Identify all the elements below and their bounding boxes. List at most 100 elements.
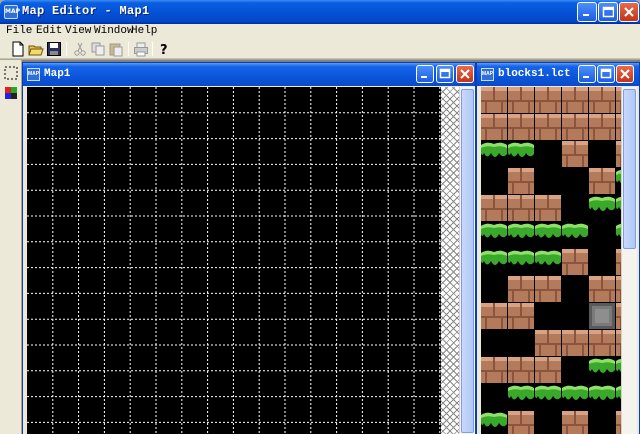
tile-black[interactable] <box>481 384 507 410</box>
tile-grass[interactable] <box>535 384 561 410</box>
tile-grass[interactable] <box>589 195 615 221</box>
minimize-button[interactable] <box>577 2 597 22</box>
tile-dirt[interactable] <box>535 195 561 221</box>
tile-palette-icon[interactable] <box>4 86 18 100</box>
tile-black[interactable] <box>562 276 588 302</box>
map-minimize-button[interactable] <box>416 65 434 83</box>
tile-black[interactable] <box>535 141 561 167</box>
help-icon[interactable]: ? <box>156 41 172 58</box>
tile-dirt[interactable] <box>481 303 507 329</box>
tile-dirt[interactable] <box>535 276 561 302</box>
tile-dirt[interactable] <box>562 249 588 275</box>
print-icon[interactable] <box>133 41 149 57</box>
tile-dirt[interactable] <box>535 87 561 113</box>
tile-dirt[interactable] <box>589 168 615 194</box>
tileset-window[interactable]: MAP blocks1.lct <box>476 62 640 434</box>
tile-dirt[interactable] <box>535 114 561 140</box>
tile-grass[interactable] <box>589 357 615 383</box>
tile-dirt[interactable] <box>508 195 534 221</box>
tileset-vertical-scrollbar[interactable] <box>621 87 637 434</box>
tile-black[interactable] <box>562 303 588 329</box>
tile-dirt[interactable] <box>508 357 534 383</box>
tile-dirt[interactable] <box>481 357 507 383</box>
tile-dirt[interactable] <box>508 168 534 194</box>
tile-grass[interactable] <box>508 222 534 248</box>
tile-grass[interactable] <box>562 222 588 248</box>
tile-black[interactable] <box>562 357 588 383</box>
map-canvas[interactable] <box>27 87 441 434</box>
menu-window[interactable]: Window <box>94 25 134 37</box>
app-titlebar[interactable]: MAP Map Editor - Map1 <box>0 0 640 24</box>
tile-black[interactable] <box>481 330 507 356</box>
tile-grass[interactable] <box>481 249 507 275</box>
tile-palette-grid[interactable] <box>481 87 621 434</box>
tile-dirt[interactable] <box>508 114 534 140</box>
menu-edit[interactable]: Edit <box>36 25 62 37</box>
tile-black[interactable] <box>562 168 588 194</box>
tile-black[interactable] <box>535 168 561 194</box>
tile-black[interactable] <box>535 411 561 434</box>
tile-dirt[interactable] <box>589 87 615 113</box>
tile-black[interactable] <box>481 276 507 302</box>
map-window-titlebar[interactable]: MAP Map1 <box>23 63 475 86</box>
save-icon[interactable] <box>46 41 62 57</box>
tile-black[interactable] <box>535 303 561 329</box>
cut-icon[interactable] <box>72 41 88 57</box>
tileset-maximize-button[interactable] <box>597 65 615 83</box>
tile-dirt[interactable] <box>535 330 561 356</box>
tile-dirt[interactable] <box>589 330 615 356</box>
close-button[interactable] <box>619 2 639 22</box>
selection-tool-icon[interactable] <box>4 66 18 80</box>
tile-dirt[interactable] <box>562 330 588 356</box>
tile-dirt[interactable] <box>589 276 615 302</box>
tileset-minimize-button[interactable] <box>578 65 596 83</box>
tileset-window-titlebar[interactable]: MAP blocks1.lct <box>477 63 639 86</box>
tile-dirt[interactable] <box>562 87 588 113</box>
tile-grass[interactable] <box>589 384 615 410</box>
map-maximize-button[interactable] <box>436 65 454 83</box>
map-scroll-thumb[interactable] <box>461 89 474 433</box>
tile-dirt[interactable] <box>562 411 588 434</box>
map-close-button[interactable] <box>456 65 474 83</box>
tile-grass[interactable] <box>481 222 507 248</box>
tile-dirt[interactable] <box>589 114 615 140</box>
tile-dirt[interactable] <box>481 114 507 140</box>
menu-view[interactable]: View <box>65 25 91 37</box>
tile-grass[interactable] <box>481 141 507 167</box>
copy-icon[interactable] <box>90 41 106 57</box>
open-icon[interactable] <box>28 41 44 57</box>
tile-dirt[interactable] <box>508 276 534 302</box>
tile-dirt[interactable] <box>481 195 507 221</box>
tile-grass[interactable] <box>481 411 507 434</box>
tile-black[interactable] <box>589 222 615 248</box>
tile-dirt[interactable] <box>508 303 534 329</box>
tile-stone[interactable] <box>589 303 615 329</box>
tileset-scroll-thumb[interactable] <box>623 89 636 249</box>
tile-black[interactable] <box>508 330 534 356</box>
tile-dirt[interactable] <box>508 411 534 434</box>
tile-black[interactable] <box>589 249 615 275</box>
tile-black[interactable] <box>589 411 615 434</box>
map-window[interactable]: MAP Map1 <box>22 62 476 434</box>
tile-grass[interactable] <box>535 249 561 275</box>
tile-grass[interactable] <box>508 141 534 167</box>
tile-grass[interactable] <box>535 222 561 248</box>
tile-dirt[interactable] <box>481 87 507 113</box>
tile-grass[interactable] <box>562 384 588 410</box>
map-vertical-scrollbar[interactable] <box>459 87 475 434</box>
tile-black[interactable] <box>562 195 588 221</box>
tile-dirt[interactable] <box>508 87 534 113</box>
paste-icon[interactable] <box>108 41 124 57</box>
tile-black[interactable] <box>481 168 507 194</box>
tile-grass[interactable] <box>508 384 534 410</box>
tile-dirt[interactable] <box>562 114 588 140</box>
tile-grass[interactable] <box>508 249 534 275</box>
menu-file[interactable]: File <box>6 25 32 37</box>
tile-dirt[interactable] <box>535 357 561 383</box>
tile-dirt[interactable] <box>562 141 588 167</box>
tile-black[interactable] <box>589 141 615 167</box>
maximize-button[interactable] <box>598 2 618 22</box>
tileset-close-button[interactable] <box>616 65 634 83</box>
new-icon[interactable] <box>10 41 26 57</box>
menu-help[interactable]: Help <box>131 25 157 37</box>
